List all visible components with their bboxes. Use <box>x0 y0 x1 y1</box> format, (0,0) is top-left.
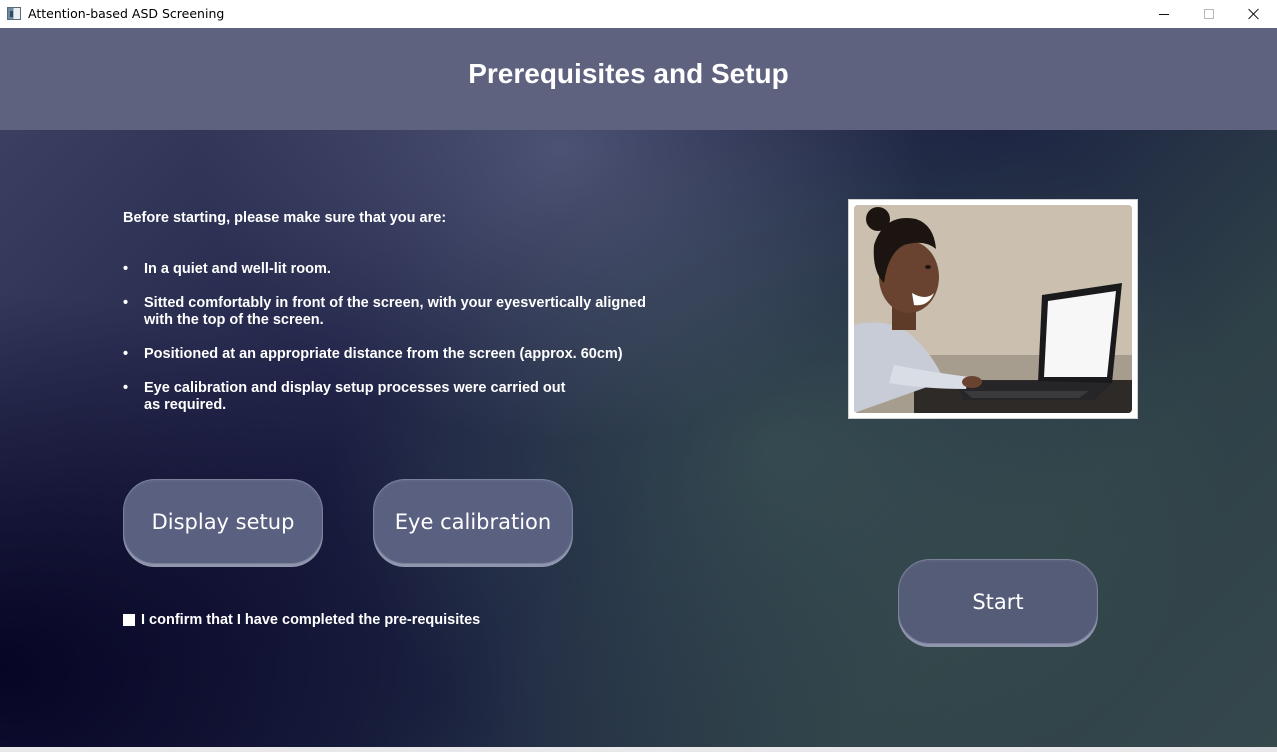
minimize-icon <box>1159 13 1169 15</box>
checkbox-box[interactable] <box>123 614 135 626</box>
app-window-icon <box>7 7 21 20</box>
maximize-button[interactable] <box>1186 0 1232 28</box>
list-item: Sitted comfortably in front of the scree… <box>123 295 646 329</box>
child-at-laptop-photo <box>848 199 1138 419</box>
minimize-button[interactable] <box>1141 0 1187 28</box>
maximize-icon <box>1204 9 1214 19</box>
close-button[interactable] <box>1231 0 1277 28</box>
page-title: Prerequisites and Setup <box>468 58 789 89</box>
list-item: In a quiet and well-lit room. <box>123 261 331 278</box>
start-button[interactable]: Start <box>898 559 1098 644</box>
display-setup-button[interactable]: Display setup <box>123 479 323 564</box>
list-item: Eye calibration and display setup proces… <box>123 380 565 414</box>
confirm-prerequisites-checkbox[interactable]: I confirm that I have completed the pre-… <box>123 612 480 628</box>
eye-calibration-button[interactable]: Eye calibration <box>373 479 573 564</box>
main-panel: Prerequisites and Setup Before starting,… <box>0 28 1277 752</box>
window-bottom-edge <box>0 747 1277 752</box>
confirm-label: I confirm that I have completed the pre-… <box>141 612 481 628</box>
photo-illustration <box>854 205 1132 413</box>
window-titlebar: Attention-based ASD Screening <box>0 0 1277 28</box>
window-title: Attention-based ASD Screening <box>28 6 225 21</box>
header-band: Prerequisites and Setup <box>0 28 1277 130</box>
list-item: Positioned at an appropriate distance fr… <box>123 346 623 363</box>
close-icon <box>1248 8 1260 20</box>
instructions-intro: Before starting, please make sure that y… <box>123 210 447 226</box>
photo-image <box>854 205 1132 413</box>
